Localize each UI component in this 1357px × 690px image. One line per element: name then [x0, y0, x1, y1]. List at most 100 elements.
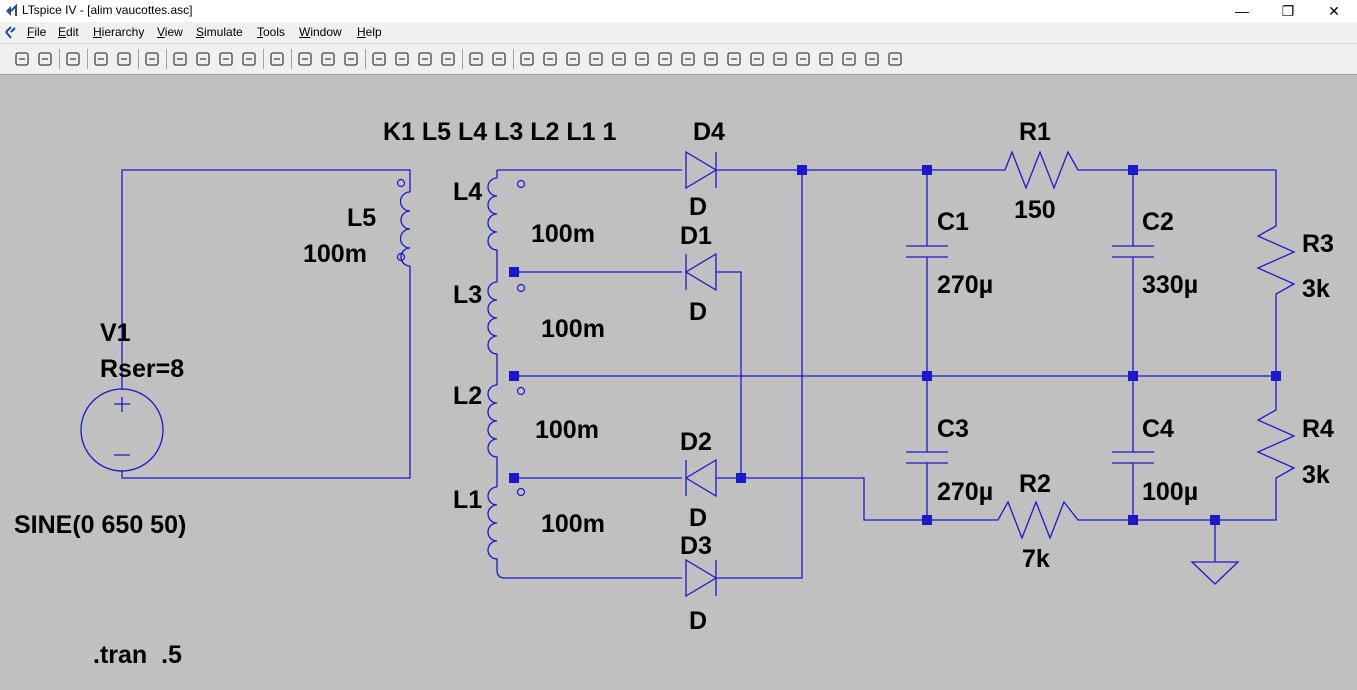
print-setup-icon[interactable]	[489, 49, 509, 69]
ground-icon[interactable]	[563, 49, 583, 69]
ltspice-logo-icon	[6, 4, 17, 16]
c4-value-label: 100µ	[1142, 478, 1198, 506]
document-icon[interactable]	[3, 25, 18, 40]
l5-value-label: 100m	[303, 240, 367, 268]
cut-icon[interactable]	[392, 49, 412, 69]
diode-icon[interactable]	[678, 49, 698, 69]
drag-icon[interactable]	[747, 49, 767, 69]
ground-symbol[interactable]	[1190, 520, 1240, 585]
open-icon[interactable]	[35, 49, 55, 69]
d3-name-label: D3	[680, 532, 712, 560]
c3-value-label: 270µ	[937, 478, 993, 506]
redo-icon[interactable]	[793, 49, 813, 69]
text-icon[interactable]	[862, 49, 882, 69]
close-all-icon[interactable]	[369, 49, 389, 69]
r4-value-label: 3k	[1302, 461, 1330, 489]
diode-d2[interactable]	[684, 458, 927, 521]
menu-bar: File Edit Hierarchy View Simulate Tools …	[0, 22, 1357, 60]
toolbar-separator	[365, 49, 366, 69]
capacitor-icon[interactable]	[632, 49, 652, 69]
title-bar: LTspice IV - [alim vaucottes.asc] — ❐ ✕	[0, 0, 1357, 22]
r1-name-label: R1	[1019, 118, 1051, 146]
resistor-icon[interactable]	[609, 49, 629, 69]
c1-name-label: C1	[937, 208, 969, 236]
draw-wire-icon[interactable]	[540, 49, 560, 69]
diode-d4[interactable]	[685, 150, 802, 190]
autorange-icon[interactable]	[267, 49, 287, 69]
toolbar-separator	[59, 49, 60, 69]
menu-edit[interactable]: Edit	[58, 25, 79, 39]
menu-hierarchy[interactable]: Hierarchy	[93, 25, 144, 39]
mirror-icon[interactable]	[839, 49, 859, 69]
c4-name-label: C4	[1142, 415, 1174, 443]
d4-model-label: D	[689, 193, 707, 221]
l3-name-label: L3	[453, 281, 482, 309]
menu-file[interactable]: File	[27, 25, 46, 39]
toolbar-separator	[291, 49, 292, 69]
run-icon[interactable]	[114, 49, 134, 69]
cascade-icon[interactable]	[341, 49, 361, 69]
menu-simulate[interactable]: Simulate	[196, 25, 243, 39]
halt-icon[interactable]	[142, 49, 162, 69]
l3-value-label: 100m	[541, 315, 605, 343]
print-icon[interactable]	[517, 49, 537, 69]
r3-name-label: R3	[1302, 230, 1334, 258]
menu-window[interactable]: Window	[299, 25, 342, 39]
save-icon[interactable]	[63, 49, 83, 69]
schematic-canvas[interactable]: K1 L5 L4 L3 L2 L1 1 D4 D L5 100m V1 Rser…	[0, 75, 1357, 690]
r2-value-label: 7k	[1022, 545, 1050, 573]
label-net-icon[interactable]	[586, 49, 606, 69]
spice-directive-icon[interactable]	[885, 49, 905, 69]
maximize-button[interactable]: ❐	[1265, 0, 1311, 22]
v1-source-label: SINE(0 650 50)	[14, 511, 186, 539]
c3-name-label: C3	[937, 415, 969, 443]
toolbar-separator	[138, 49, 139, 69]
r2-name-label: R2	[1019, 470, 1051, 498]
d1-model-label: D	[689, 298, 707, 326]
zoom-in-icon[interactable]	[170, 49, 190, 69]
l1-value-label: 100m	[541, 510, 605, 538]
menu-tools[interactable]: Tools	[257, 25, 285, 39]
copy-icon[interactable]	[415, 49, 435, 69]
control-panel-icon[interactable]	[91, 49, 111, 69]
voltage-source-v1[interactable]	[80, 388, 164, 472]
resistor-r1[interactable]	[996, 150, 1133, 190]
toolbar-separator	[513, 49, 514, 69]
undo-icon[interactable]	[770, 49, 790, 69]
zoom-pan-icon[interactable]	[193, 49, 213, 69]
minimize-button[interactable]: —	[1219, 0, 1265, 22]
toolbar-separator	[87, 49, 88, 69]
resistor-r3[interactable]	[1256, 225, 1296, 376]
toolbar-separator	[263, 49, 264, 69]
fft-icon[interactable]	[295, 49, 315, 69]
component-icon[interactable]	[701, 49, 721, 69]
new-schematic-icon[interactable]	[12, 49, 32, 69]
d1-name-label: D1	[680, 222, 712, 250]
close-button[interactable]: ✕	[1311, 0, 1357, 22]
spice-directive[interactable]: .tran .5	[93, 641, 182, 669]
move-icon[interactable]	[724, 49, 744, 69]
l1-name-label: L1	[453, 486, 482, 514]
find-icon[interactable]	[466, 49, 486, 69]
tile-icon[interactable]	[318, 49, 338, 69]
inductor-l5[interactable]	[396, 178, 411, 267]
inductor-icon[interactable]	[655, 49, 675, 69]
toolbar-separator	[166, 49, 167, 69]
r1-value-label: 150	[1014, 196, 1056, 224]
rotate-icon[interactable]	[816, 49, 836, 69]
resistor-r2[interactable]	[927, 500, 1133, 540]
r4-name-label: R4	[1302, 415, 1334, 443]
d2-model-label: D	[689, 504, 707, 532]
d2-name-label: D2	[680, 428, 712, 456]
menu-help[interactable]: Help	[357, 25, 382, 39]
zoom-out-icon[interactable]	[216, 49, 236, 69]
menu-view[interactable]: View	[157, 25, 183, 39]
r3-value-label: 3k	[1302, 275, 1330, 303]
paste-icon[interactable]	[438, 49, 458, 69]
zoom-fit-icon[interactable]	[239, 49, 259, 69]
c1-value-label: 270µ	[937, 271, 993, 299]
c2-value-label: 330µ	[1142, 271, 1198, 299]
coupling-statement-label: K1 L5 L4 L3 L2 L1 1	[383, 118, 617, 146]
l2-name-label: L2	[453, 382, 482, 410]
d3-model-label: D	[689, 607, 707, 635]
